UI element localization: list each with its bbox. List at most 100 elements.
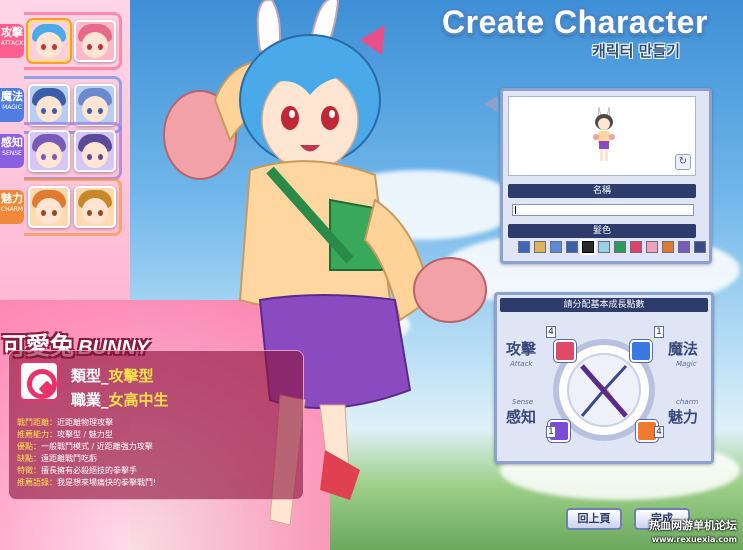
- back-button[interactable]: 回上頁: [566, 508, 622, 530]
- face: [82, 142, 108, 168]
- face: [36, 32, 62, 58]
- magic-points: 1: [654, 326, 664, 338]
- detail-key: 缺點：: [17, 454, 41, 463]
- detail-value: 近距離物理攻擊: [57, 418, 113, 427]
- eye: [98, 44, 103, 50]
- detail-line: 推薦能力：攻擊型 / 魅力型: [17, 429, 113, 441]
- type-value: 攻擊型: [108, 367, 154, 385]
- hair-color-swatch[interactable]: [566, 241, 578, 253]
- eye: [87, 154, 92, 160]
- attack-stat-label-en: Attack: [510, 360, 533, 368]
- character-sprite: [593, 107, 615, 161]
- face: [82, 32, 108, 58]
- hair-color-swatch[interactable]: [630, 241, 642, 253]
- detail-key: 推薦語錄：: [17, 478, 57, 487]
- eye: [41, 108, 46, 114]
- category-charm: 魅力 CHARM: [0, 176, 122, 238]
- job-label: 職業_: [71, 391, 109, 409]
- character-type: 類型_攻擊型: [71, 365, 154, 386]
- hair-color-label: 髮色: [508, 224, 696, 238]
- hair-color-swatch[interactable]: [518, 241, 530, 253]
- page-title: Create Character: [442, 4, 708, 40]
- category-label: 感知 SENSE: [0, 134, 24, 168]
- name-label: 名稱: [508, 184, 696, 198]
- watermark-line1: 热血网游单机论坛: [649, 519, 737, 532]
- watermark-line2: www.rexuexia.com: [651, 535, 737, 544]
- category-label: 魅力 CHARM: [0, 190, 24, 224]
- sense-stat-label-en: Sense: [512, 398, 534, 406]
- eye: [98, 108, 103, 114]
- magic-stat-label: 魔法: [668, 340, 699, 358]
- category-label: 魔法 MAGIC: [0, 88, 24, 122]
- detail-value: 我是想來場痛快的拳擊戰鬥!: [57, 478, 157, 487]
- detail-line: 優點：一般戰鬥模式 / 近距離強力攻擊: [17, 441, 153, 453]
- eye: [87, 44, 92, 50]
- eye: [52, 44, 57, 50]
- category-label-text: 感知: [1, 136, 23, 149]
- attack-type-icon: [19, 361, 59, 401]
- eye: [41, 44, 46, 50]
- category-label-text: 魅力: [1, 192, 23, 205]
- eye: [52, 210, 57, 216]
- eye: [87, 210, 92, 216]
- detail-line: 戰鬥距離：近距離物理攻擊: [17, 417, 113, 429]
- character-name-input[interactable]: [512, 204, 694, 216]
- portrait-attack-male[interactable]: [74, 20, 116, 62]
- eye: [87, 108, 92, 114]
- sense-points: 1: [546, 426, 556, 438]
- detail-value: 擅長擁有必殺絕技的拳擊手: [41, 466, 137, 475]
- magic-stat-label-en: Magic: [676, 360, 697, 368]
- hair-color-swatch[interactable]: [598, 241, 610, 253]
- attack-points: 4: [546, 326, 556, 338]
- hair-color-swatch[interactable]: [580, 239, 596, 255]
- portrait-charm-female[interactable]: [28, 186, 70, 228]
- portrait-sense-female[interactable]: [28, 130, 70, 172]
- hair-color-swatch[interactable]: [694, 241, 706, 253]
- attack-gem-icon[interactable]: [554, 340, 576, 362]
- detail-line: 缺點：遠距離戰鬥吃虧: [17, 453, 97, 465]
- detail-key: 優點：: [17, 442, 41, 451]
- hair-color-swatch[interactable]: [662, 241, 674, 253]
- hair-color-swatch[interactable]: [534, 241, 546, 253]
- portrait-charm-male[interactable]: [74, 186, 116, 228]
- panel-pointer: [484, 96, 498, 112]
- page-subtitle: 캐릭터 만들기: [592, 42, 681, 60]
- charm-stat-label-en: charm: [676, 398, 699, 406]
- face: [82, 198, 108, 224]
- eye: [41, 210, 46, 216]
- eye: [52, 108, 57, 114]
- category-label-text: 魔法: [1, 90, 23, 103]
- stat-points-header: 請分配基本成長點數: [500, 298, 708, 312]
- rotate-preview-button[interactable]: ↻: [675, 154, 691, 170]
- hair-color-swatch[interactable]: [550, 241, 562, 253]
- detail-key: 特徵：: [17, 466, 41, 475]
- character-info-panel: 類型_攻擊型 職業_女高中生 戰鬥距離：近距離物理攻擊 推薦能力：攻擊型 / 魅…: [8, 350, 304, 500]
- hair-color-swatch[interactable]: [614, 241, 626, 253]
- eye: [52, 154, 57, 160]
- sense-stat-label: 感知: [506, 408, 537, 426]
- face: [36, 198, 62, 224]
- type-label: 類型_: [71, 367, 109, 385]
- charm-stat-label: 魅力: [668, 408, 699, 426]
- eye: [98, 154, 103, 160]
- site-watermark: 热血网游单机论坛 www.rexuexia.com: [649, 519, 737, 546]
- detail-line: 推薦語錄：我是想來場痛快的拳擊戰鬥!: [17, 477, 156, 489]
- category-label-text: 攻擊: [1, 26, 23, 39]
- face: [36, 96, 62, 122]
- category-sense: 感知 SENSE: [0, 120, 122, 182]
- magic-gem-icon[interactable]: [630, 340, 652, 362]
- job-value: 女高中生: [108, 391, 169, 409]
- charm-points: 4: [654, 426, 664, 438]
- detail-value: 遠距離戰鬥吃虧: [41, 454, 97, 463]
- portrait-bunny[interactable]: [28, 20, 70, 62]
- face: [82, 96, 108, 122]
- hair-color-swatch[interactable]: [678, 241, 690, 253]
- eye: [98, 210, 103, 216]
- hair-color-swatch[interactable]: [646, 241, 658, 253]
- character-job: 職業_女高中生: [71, 389, 169, 410]
- portrait-sense-male[interactable]: [74, 130, 116, 172]
- character-preview: ↻: [508, 96, 696, 176]
- attack-stat-label: 攻擊: [506, 340, 537, 358]
- eye: [41, 154, 46, 160]
- detail-value: 攻擊型 / 魅力型: [57, 430, 113, 439]
